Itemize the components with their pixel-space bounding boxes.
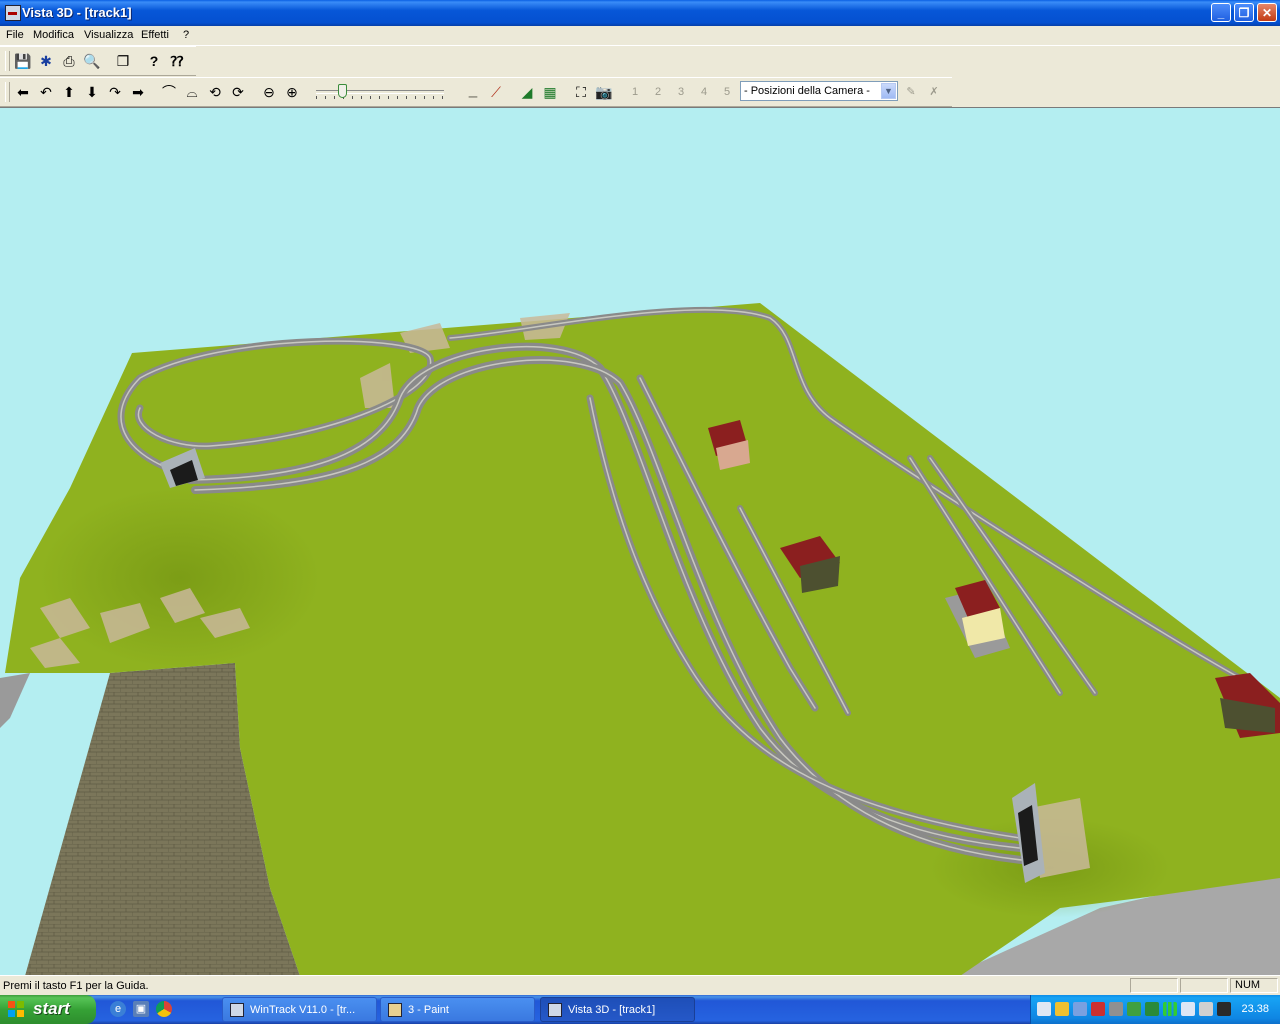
tray-network-icon[interactable] <box>1037 1002 1051 1016</box>
turn-right-icon[interactable]: ↷ <box>106 83 124 101</box>
camera-4-icon[interactable]: 4 <box>695 83 713 101</box>
turn-left-icon[interactable]: ↶ <box>37 83 55 101</box>
task-paint[interactable]: 3 - Paint <box>380 997 535 1022</box>
camera-slot-2-label: 2 <box>654 86 662 98</box>
camera-2-icon[interactable]: 2 <box>649 83 667 101</box>
save-icon[interactable]: 💾 <box>14 52 32 70</box>
system-tray: 23.38 <box>1030 995 1280 1024</box>
zoom-in-icon[interactable]: ⊕ <box>283 83 301 101</box>
ie-icon[interactable]: e <box>110 1001 126 1017</box>
tray-volume-icon[interactable] <box>1199 1002 1213 1016</box>
print-preview-icon[interactable]: 🔍 <box>83 52 101 70</box>
chevron-down-icon[interactable]: ▼ <box>881 83 896 99</box>
tray-app-icon[interactable] <box>1127 1002 1141 1016</box>
fit-view-icon[interactable]: ⛶ <box>572 83 590 101</box>
landscape-icon[interactable]: ◢ <box>518 83 536 101</box>
status-panel-empty <box>1180 978 1228 993</box>
status-num: NUM <box>1230 978 1278 993</box>
paint-icon <box>388 1003 402 1017</box>
menu-help[interactable]: ? <box>183 29 189 41</box>
window-title: Vista 3D - [track1] <box>22 5 132 20</box>
camera-1-icon[interactable]: 1 <box>626 83 644 101</box>
menu-bar: File Modifica Visualizza Effetti ? <box>0 26 1280 46</box>
wintrack-icon <box>230 1003 244 1017</box>
status-panel-empty <box>1130 978 1178 993</box>
arrow-up-icon[interactable]: ⬆ <box>60 83 78 101</box>
help-icon[interactable]: ? <box>145 52 163 70</box>
taskbar: start e ▣ WinTrack V11.0 - [tr... 3 - Pa… <box>0 995 1280 1024</box>
tray-app-icon[interactable] <box>1073 1002 1087 1016</box>
camera-save-icon[interactable]: ✎ <box>902 83 920 101</box>
minimize-button[interactable]: _ <box>1211 3 1231 22</box>
arrow-right-icon[interactable]: ➡ <box>129 83 147 101</box>
track-edit-icon[interactable]: ⟋ <box>487 83 505 101</box>
task-vista3d[interactable]: Vista 3D - [track1] <box>540 997 695 1022</box>
rock-left <box>0 673 30 728</box>
zoom-slider-thumb[interactable] <box>338 84 347 98</box>
zoom-slider-track[interactable] <box>316 90 444 94</box>
explorer-icon[interactable]: ▣ <box>133 1001 149 1017</box>
status-bar: Premi il tasto F1 per la Guida. NUM <box>0 975 1280 996</box>
wintrack-icon <box>548 1003 562 1017</box>
restore-button[interactable]: ❐ <box>1234 3 1254 22</box>
3d-scene[interactable] <box>0 108 1280 976</box>
camera-icon[interactable]: 📷 <box>595 83 613 101</box>
camera-select-value: - Posizioni della Camera - <box>744 85 870 97</box>
camera-slot-4-label: 4 <box>700 86 708 98</box>
tray-signal-icon[interactable] <box>1163 1002 1177 1016</box>
status-help-text: Premi il tasto F1 per la Guida. <box>3 980 149 992</box>
arrow-down-icon[interactable]: ⬇ <box>83 83 101 101</box>
chrome-icon[interactable] <box>156 1001 172 1017</box>
title-bar[interactable]: Vista 3D - [track1] _ ❐ ✕ <box>0 0 1280 26</box>
toolbar-grip[interactable] <box>5 51 10 71</box>
toolbar-grip[interactable] <box>5 82 10 102</box>
terrain-shade <box>40 488 320 668</box>
close-button[interactable]: ✕ <box>1257 3 1277 22</box>
grid-icon[interactable]: ▦ <box>541 83 559 101</box>
camera-5-icon[interactable]: 5 <box>718 83 736 101</box>
start-label: start <box>33 999 70 1018</box>
arrow-left-icon[interactable]: ⬅ <box>14 83 32 101</box>
task-label: 3 - Paint <box>408 1004 449 1016</box>
clock: 23.38 <box>1241 1003 1269 1015</box>
print-icon[interactable]: ⎙ <box>60 52 78 70</box>
toolbar-file: 💾 ✱ ⎙ 🔍 ❐ ? ⁇ <box>0 46 196 76</box>
tray-app-icon[interactable] <box>1055 1002 1069 1016</box>
tray-app-icon[interactable] <box>1109 1002 1123 1016</box>
camera-slot-1-label: 1 <box>631 86 639 98</box>
terrain-icon[interactable]: ▁ <box>464 83 482 101</box>
app-icon[interactable] <box>5 5 21 21</box>
view-rotate-right-icon[interactable]: ⟳ <box>229 83 247 101</box>
menu-modifica[interactable]: Modifica <box>33 29 74 41</box>
camera-3-icon[interactable]: 3 <box>672 83 690 101</box>
tray-security-icon[interactable] <box>1091 1002 1105 1016</box>
3d-viewport[interactable] <box>0 107 1280 976</box>
menu-visualizza[interactable]: Visualizza <box>84 29 133 41</box>
menu-effetti[interactable]: Effetti <box>141 29 169 41</box>
copy-icon[interactable]: ❐ <box>114 52 132 70</box>
cameras-icon[interactable]: ✱ <box>37 52 55 70</box>
view-tilt-down-icon[interactable]: ⌓ <box>183 83 201 101</box>
tray-app-icon[interactable] <box>1217 1002 1231 1016</box>
view-rotate-left-icon[interactable]: ⟲ <box>206 83 224 101</box>
task-wintrack[interactable]: WinTrack V11.0 - [tr... <box>222 997 377 1022</box>
context-help-icon[interactable]: ⁇ <box>168 52 186 70</box>
task-label: Vista 3D - [track1] <box>568 1004 656 1016</box>
camera-slot-5-label: 5 <box>723 86 731 98</box>
camera-slot-3-label: 3 <box>677 86 685 98</box>
tray-app-icon[interactable] <box>1145 1002 1159 1016</box>
start-button[interactable]: start <box>0 995 96 1024</box>
menu-file[interactable]: File <box>6 29 24 41</box>
zoom-slider-ticks <box>316 96 444 99</box>
view-tilt-up-icon[interactable]: ⌒ <box>160 83 178 101</box>
task-label: WinTrack V11.0 - [tr... <box>250 1004 356 1016</box>
tray-app-icon[interactable] <box>1181 1002 1195 1016</box>
camera-delete-icon[interactable]: ✗ <box>925 83 943 101</box>
windows-logo-icon <box>8 1001 24 1017</box>
zoom-out-icon[interactable]: ⊖ <box>260 83 278 101</box>
camera-positions-select[interactable]: - Posizioni della Camera - ▼ <box>740 81 898 101</box>
